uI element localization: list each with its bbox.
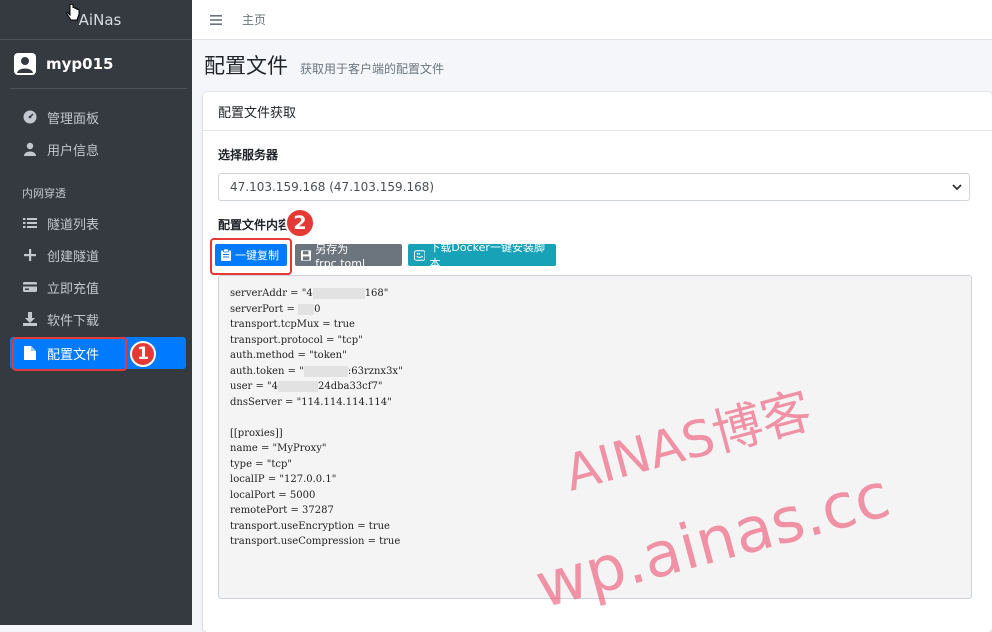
download-icon <box>23 312 37 326</box>
code-line: transport.tcpMux = true <box>230 317 960 333</box>
code-text: localIP = "127.0.0.1" <box>230 474 337 485</box>
save-as-button[interactable]: 另存为 frpc.toml <box>295 243 402 270</box>
code-text: transport.useEncryption = true <box>230 520 390 532</box>
chevron-down-icon <box>952 184 962 191</box>
gauge-icon <box>23 110 37 124</box>
user-name: myp015 <box>46 55 114 73</box>
code-line: transport.protocol = "tcp" <box>230 333 960 349</box>
breadcrumb-home[interactable]: 主页 <box>242 11 266 28</box>
brand-link[interactable]: AiNas <box>0 0 192 40</box>
user-panel[interactable]: myp015 <box>10 40 187 89</box>
step-badge-2: 2 <box>285 208 315 238</box>
user-icon <box>23 142 37 156</box>
redacted-value <box>312 288 365 299</box>
code-text: dnsServer = "114.114.114.114" <box>230 396 392 408</box>
code-text: type = "tcp" <box>230 458 292 470</box>
sidebar-item-label: 创建隧道 <box>47 249 100 265</box>
sidebar-item-label: 立即充值 <box>47 281 100 297</box>
code-line: dnsServer = "114.114.114.114" <box>230 395 960 411</box>
sidebar-item-create-tunnel[interactable]: 创建隧道 <box>10 239 186 271</box>
highlight-box-config-file <box>12 337 127 371</box>
code-text: :63rznx3x" <box>347 365 403 377</box>
code-text: 24dba33cf7" <box>317 381 383 392</box>
content-header: 配置文件 获取用于客户端的配置文件 <box>204 50 444 80</box>
docker-download-button[interactable]: 下载Docker一键安装脚本 <box>408 241 556 270</box>
card-title: 配置文件获取 <box>203 92 992 131</box>
plus-icon <box>23 248 37 262</box>
code-text: remotePort = 37287 <box>230 505 334 516</box>
sidebar-item-label: 用户信息 <box>47 143 100 159</box>
list-icon <box>23 216 37 230</box>
docker-icon <box>414 249 426 261</box>
code-text: auth.method = "token" <box>230 350 347 361</box>
sidebar-item-user-info[interactable]: 用户信息 <box>10 133 186 165</box>
code-text: serverPort = <box>230 303 299 315</box>
code-text: transport.useCompression = true <box>230 536 401 547</box>
hamburger-menu-icon[interactable] <box>210 10 222 29</box>
server-label: 选择服务器 <box>218 148 279 162</box>
redacted-value <box>277 381 318 392</box>
page-title: 配置文件 <box>204 54 288 78</box>
sidebar-item-tunnel-list[interactable]: 隧道列表 <box>10 207 186 239</box>
docker-download-button-label: 下载Docker一键安装脚本 <box>429 241 545 270</box>
save-as-button-label: 另存为 frpc.toml <box>315 242 366 270</box>
sidebar-nav: 管理面板 用户信息 内网穿透 隧道列表 创建隧道 立即充值 软件下载 配置文件 <box>0 101 192 369</box>
code-text: user = "4 <box>230 381 278 392</box>
code-text: transport.protocol = "tcp" <box>230 334 363 346</box>
code-line: serverPort = 0 <box>230 302 960 318</box>
code-text: transport.tcpMux = true <box>230 319 355 330</box>
redacted-value <box>298 303 315 315</box>
server-select-value: 47.103.159.168 (47.103.159.168) <box>230 180 435 194</box>
brand-text: AiNas <box>78 10 122 29</box>
top-navbar: 主页 <box>192 0 992 40</box>
redacted-value <box>303 365 348 377</box>
sidebar-item-label: 管理面板 <box>47 111 100 127</box>
code-text: localPort = 5000 <box>230 489 316 501</box>
content-label: 配置文件内容 <box>218 218 291 232</box>
code-text: 168" <box>364 288 389 299</box>
code-text: [[proxies]] <box>230 427 283 439</box>
sidebar-item-download[interactable]: 软件下载 <box>10 303 186 335</box>
avatar <box>14 53 36 75</box>
credit-card-icon <box>23 280 37 294</box>
page-subtitle: 获取用于客户端的配置文件 <box>300 62 445 76</box>
server-select[interactable]: 47.103.159.168 (47.103.159.168) <box>218 173 970 201</box>
sidebar: AiNas myp015 管理面板 用户信息 内网穿透 隧道列表 创建隧道 立即… <box>0 0 192 625</box>
sidebar-item-label: 隧道列表 <box>47 217 100 233</box>
highlight-box-copy-button <box>210 238 292 275</box>
code-text: serverAddr = "4 <box>230 288 313 299</box>
code-line: auth.token = " :63rznx3x" <box>230 364 960 380</box>
sidebar-item-recharge[interactable]: 立即充值 <box>10 271 186 303</box>
nav-section-header: 内网穿透 <box>22 187 66 200</box>
user-circle-icon <box>14 53 36 75</box>
step-badge-1: 1 <box>130 341 156 367</box>
code-text: auth.token = " <box>230 365 304 377</box>
sidebar-item-dashboard[interactable]: 管理面板 <box>10 101 186 133</box>
code-line: user = "4 24dba33cf7" <box>230 379 960 395</box>
code-text: name = "MyProxy" <box>230 443 327 454</box>
hand-cursor-icon <box>66 4 80 21</box>
sidebar-item-label: 软件下载 <box>47 313 100 329</box>
code-text: 0 <box>314 303 321 315</box>
code-line: serverAddr = "4 168" <box>230 286 960 302</box>
save-icon <box>301 249 312 261</box>
code-line: auth.method = "token" <box>230 348 960 364</box>
